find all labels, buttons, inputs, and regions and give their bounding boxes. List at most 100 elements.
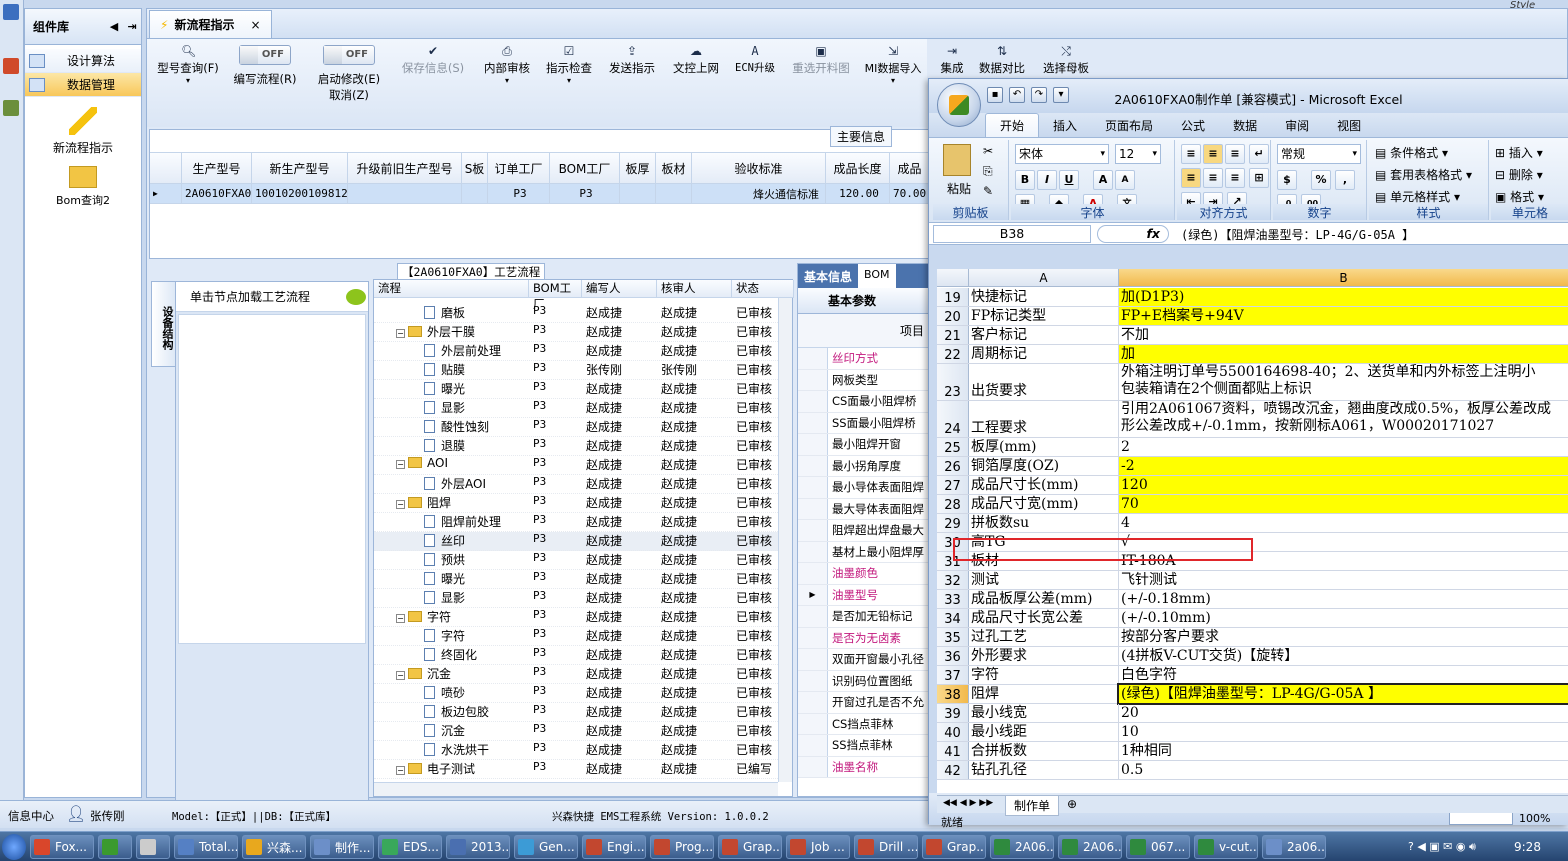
col-header[interactable]: BOM工厂 (529, 280, 582, 311)
vertical-scrollbar[interactable] (778, 298, 792, 782)
comp-item-data-mgmt[interactable]: 数据管理 (25, 73, 141, 97)
row-selector[interactable] (798, 391, 828, 412)
param-row[interactable]: 最小阻焊开窗 (798, 434, 930, 456)
process-name-cell[interactable]: − 字符 (374, 608, 529, 626)
cell-b[interactable]: (4拼板V-CUT交货)【旋转】 (1119, 647, 1568, 665)
zoom-level[interactable]: 100% (1519, 812, 1550, 825)
taskbar-button[interactable]: 2A06... (990, 835, 1054, 859)
collapse-icon[interactable]: − (396, 500, 405, 509)
row-number[interactable]: 23 (937, 364, 969, 400)
delete-cells-button[interactable]: ⊟ 删除 ▾ (1495, 166, 1543, 183)
collapse-icon[interactable]: − (396, 766, 405, 775)
process-row[interactable]: − 沉金 P3 赵成捷 赵成捷 已审核 (374, 665, 778, 684)
col-header[interactable]: 流程 (374, 280, 529, 297)
table-cell[interactable]: 120.00 (826, 184, 890, 203)
col-header-item[interactable]: 项目 (798, 314, 930, 348)
sheet-row[interactable]: 27 成品尺寸长(mm) 120 (937, 476, 1568, 495)
col-header[interactable]: S板 (462, 153, 488, 183)
table-cell[interactable]: P3 (550, 184, 620, 203)
process-row[interactable]: 字符 P3 赵成捷 赵成捷 已审核 (374, 627, 778, 646)
paste-button[interactable]: 粘贴 (947, 180, 971, 197)
cell-b[interactable]: -2 (1119, 457, 1568, 475)
taskbar-button[interactable]: Job ... (786, 835, 850, 859)
row-number[interactable]: 39 (937, 704, 969, 722)
bom-query-button[interactable]: Bom查询2 (25, 166, 141, 208)
col-header-a[interactable]: A (969, 269, 1119, 287)
param-row[interactable]: 最小导体表面阻焊 (798, 477, 930, 499)
process-name-cell[interactable]: 预烘 (374, 551, 529, 569)
row-number[interactable]: 22 (937, 345, 969, 363)
cell-a[interactable]: 外形要求 (969, 647, 1119, 665)
save-info-button[interactable]: ✔ 保存信息(S) (397, 45, 469, 76)
cell-styles-button[interactable]: ▤ 单元格样式 ▾ (1375, 188, 1460, 205)
process-name-cell[interactable]: 曝光 (374, 570, 529, 588)
col-header[interactable]: 板材 (656, 153, 692, 183)
taskbar-button[interactable]: Fox... (30, 835, 94, 859)
taskbar-button[interactable] (98, 835, 132, 859)
process-row[interactable]: 显影 P3 赵成捷 赵成捷 已审核 (374, 399, 778, 418)
param-row[interactable]: 油墨颜色 (798, 563, 930, 585)
tab-data[interactable]: 数据 (1219, 114, 1271, 137)
pin-icon[interactable]: ⇥ (123, 20, 141, 33)
param-row[interactable]: CS面最小阻焊桥 (798, 391, 930, 413)
toggle-switch[interactable]: OFF (239, 45, 291, 65)
new-flow-button[interactable]: 新流程指示 (25, 107, 141, 156)
cell-b[interactable]: FP+E档案号+94V (1119, 307, 1568, 325)
process-row[interactable]: 曝光 P3 赵成捷 赵成捷 已审核 (374, 570, 778, 589)
sheet-row[interactable]: 41 合拼板数 1种相同 (937, 742, 1568, 761)
param-row[interactable]: CS挡点菲林 (798, 713, 930, 735)
sheet-row[interactable]: 42 钻孔孔径 0.5 (937, 761, 1568, 780)
row-number[interactable]: 21 (937, 326, 969, 344)
process-row[interactable]: 磨板 P3 赵成捷 赵成捷 已审核 (374, 304, 778, 323)
row-number[interactable]: 38 (937, 685, 969, 703)
col-header[interactable]: BOM工厂 (550, 153, 620, 183)
process-row[interactable]: − AOI P3 赵成捷 赵成捷 已审核 (374, 456, 778, 475)
col-header[interactable]: 生产型号 (182, 153, 252, 183)
row-selector[interactable]: ▶ (798, 584, 828, 605)
process-name-cell[interactable]: 水洗烘干 (374, 741, 529, 759)
table-cell[interactable] (348, 184, 462, 203)
cell-b[interactable]: (+/-0.10mm) (1119, 609, 1568, 627)
col-header[interactable]: 成品长度 (826, 153, 890, 183)
send-instr-button[interactable]: ⇪ 发送指示 (605, 45, 659, 76)
cell-b[interactable]: 120 (1119, 476, 1568, 494)
office-button[interactable] (937, 83, 981, 127)
cell-b[interactable]: 加(D1P3) (1119, 288, 1568, 306)
table-row[interactable]: ▶ 2A0610FXA0 10010200109812 P3 P3 烽火通信标准… (150, 184, 930, 204)
tab-home[interactable]: 开始 (985, 113, 1040, 137)
process-name-cell[interactable]: 贴膜 (374, 361, 529, 379)
param-row[interactable]: 是否为无卤素 (798, 627, 930, 649)
taskbar-button[interactable]: Drill ... (854, 835, 918, 859)
data-compare-button[interactable]: ⇅ 数据对比 (975, 45, 1029, 76)
row-selector[interactable] (798, 412, 828, 433)
sheet-row[interactable]: 38 阻焊 (绿色)【阻焊油墨型号：LP-4G/G-05A 】 (937, 683, 1568, 705)
cell-b[interactable]: (绿色)【阻焊油墨型号：LP-4G/G-05A 】 (1117, 683, 1568, 705)
taskbar-button[interactable]: 2A06... (1058, 835, 1122, 859)
cell-b[interactable]: 引用2A061067资料，喷锡改沉金，翘曲度改成0.5%，板厚公差改成 形公差改成… (1119, 401, 1568, 437)
new-sheet-icon[interactable]: ⊕ (1067, 797, 1077, 811)
align-top-button[interactable]: ≡ (1181, 144, 1201, 164)
process-name-cell[interactable]: 阻焊前处理 (374, 513, 529, 531)
view-buttons[interactable] (1449, 811, 1513, 825)
toggle-switch[interactable]: OFF (323, 45, 375, 65)
comp-item-design-algo[interactable]: 设计算法 (25, 49, 141, 73)
sheet-row[interactable]: 39 最小线宽 20 (937, 704, 1568, 723)
app-icon[interactable] (3, 4, 19, 20)
cell-b[interactable]: 10 (1119, 723, 1568, 741)
cell-a[interactable]: 成品板厚公差(mm) (969, 590, 1119, 608)
cell-a[interactable]: 铜箔厚度(OZ) (969, 457, 1119, 475)
cell-b[interactable]: 2 (1119, 438, 1568, 456)
row-number[interactable]: 29 (937, 514, 969, 532)
process-name-cell[interactable]: 喷砂 (374, 684, 529, 702)
taskbar-button[interactable]: 制作... (310, 835, 374, 859)
param-row[interactable]: 丝印方式 (798, 348, 930, 370)
cell-a[interactable]: 过孔工艺 (969, 628, 1119, 646)
row-selector[interactable] (798, 477, 828, 498)
wrap-text-button[interactable]: ↵ (1249, 144, 1269, 164)
table-cell[interactable]: 10010200109812 (252, 184, 348, 203)
row-selector[interactable] (798, 520, 828, 541)
sheet-row[interactable]: 24 工程要求 引用2A061067资料，喷锡改沉金，翘曲度改成0.5%，板厚公差改… (937, 401, 1568, 438)
taskbar-button[interactable]: 2a06... (1262, 835, 1326, 859)
shrink-font-button[interactable]: A (1115, 170, 1135, 190)
param-row[interactable]: 油墨名称 (798, 756, 930, 778)
